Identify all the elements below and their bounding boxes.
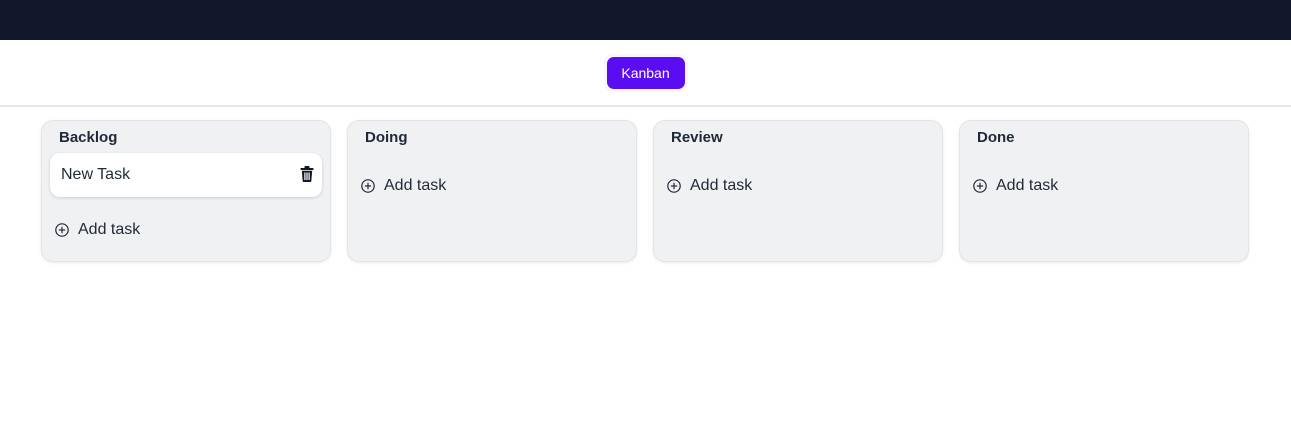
add-task-label: Add task (78, 221, 141, 238)
column-done: Done Add task (959, 120, 1249, 262)
view-switcher: Kanban (603, 54, 688, 92)
column-review: Review Add task (653, 120, 943, 262)
task-card-title: New Task (61, 166, 131, 183)
add-task-label: Add task (690, 177, 753, 194)
add-task-label: Add task (996, 177, 1059, 194)
column-title: Review (671, 129, 723, 146)
column-title: Done (977, 129, 1015, 146)
column-backlog: Backlog New Task Add task (41, 120, 331, 262)
plus-circle-icon (973, 179, 987, 193)
column-doing: Doing Add task (347, 120, 637, 262)
add-task-button[interactable]: Add task (973, 177, 1058, 195)
plus-circle-icon (667, 179, 681, 193)
add-task-label: Add task (384, 177, 447, 194)
plus-circle-icon (55, 223, 69, 237)
column-title: Doing (365, 129, 408, 146)
kanban-board: Backlog New Task Add task Doing Add task… (0, 107, 1291, 407)
plus-circle-icon (361, 179, 375, 193)
column-title: Backlog (59, 129, 118, 146)
kanban-view-button[interactable]: Kanban (606, 57, 685, 89)
add-task-button[interactable]: Add task (55, 221, 140, 239)
view-switcher-bar: Kanban (0, 40, 1291, 107)
add-task-button[interactable]: Add task (361, 177, 446, 195)
top-bar (0, 0, 1291, 40)
add-task-button[interactable]: Add task (667, 177, 752, 195)
trash-icon[interactable] (300, 166, 314, 182)
task-card[interactable]: New Task (50, 153, 322, 197)
